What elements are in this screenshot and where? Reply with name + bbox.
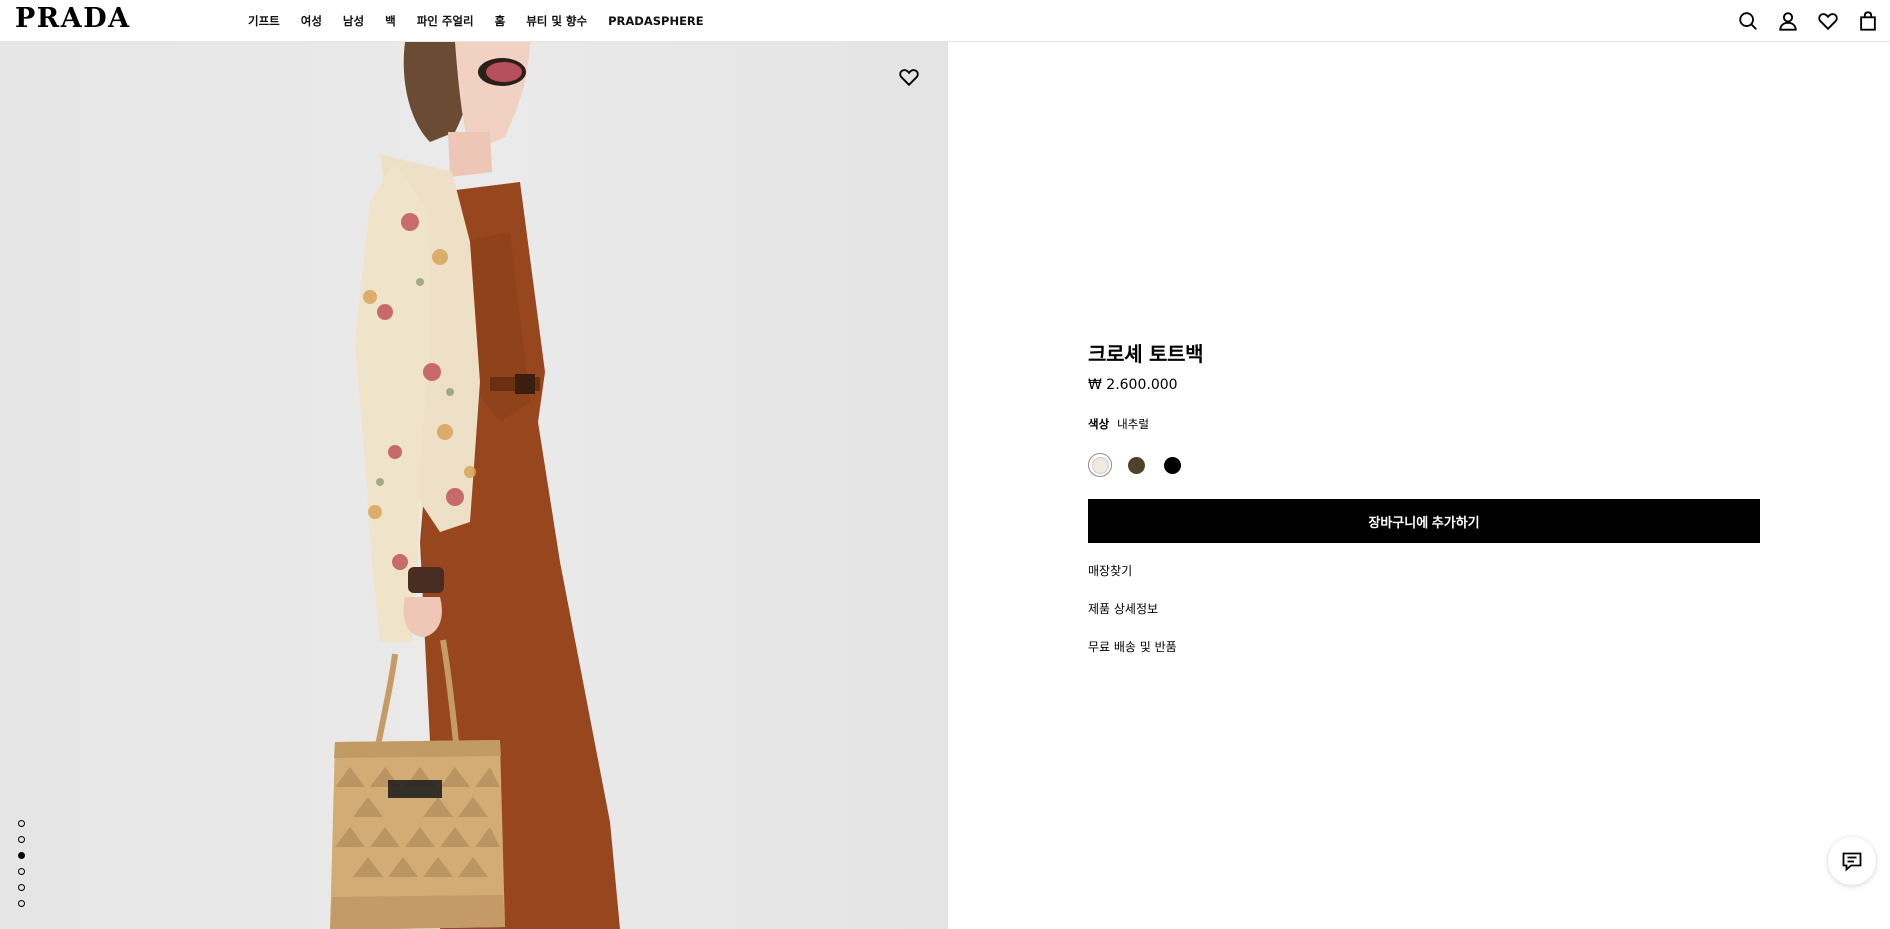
color-swatches (1088, 453, 1760, 477)
color-label: 색상 (1088, 417, 1110, 431)
swatch-natural-color (1091, 456, 1109, 474)
nav-item-women[interactable]: 여성 (301, 13, 322, 29)
search-icon[interactable] (1736, 9, 1760, 33)
gallery-dot-5[interactable] (18, 884, 25, 891)
product-photo (330, 42, 620, 929)
add-to-cart-button[interactable]: 장바구니에 추가하기 (1088, 499, 1760, 543)
swatch-black[interactable] (1160, 453, 1184, 477)
nav-item-bags[interactable]: 백 (385, 13, 396, 29)
wishlist-heart-icon[interactable] (898, 66, 922, 90)
gallery-pagination (18, 820, 25, 916)
color-selection-label: 색상 내추럴 (1088, 416, 1760, 432)
main-nav: 기프트 여성 남성 백 파인 주얼리 홈 뷰티 및 향수 PRADASPHERE (248, 0, 725, 42)
product-info-panel: 크로셰 토트백 ₩ 2.600.000 색상 내추럴 장바구니에 추가하기 매장… (1088, 338, 1760, 657)
product-links: 매장찾기 제품 상세정보 무료 배송 및 반품 (1088, 543, 1760, 657)
header-actions (1720, 0, 1880, 42)
gallery-dot-4[interactable] (18, 868, 25, 875)
nav-item-men[interactable]: 남성 (343, 13, 364, 29)
swatch-black-color (1163, 456, 1181, 474)
find-store-link[interactable]: 매장찾기 (1088, 543, 1760, 581)
product-price: ₩ 2.600.000 (1088, 377, 1178, 393)
shipping-returns-link[interactable]: 무료 배송 및 반품 (1088, 619, 1760, 657)
nav-item-beauty[interactable]: 뷰티 및 향수 (526, 13, 587, 29)
chat-icon (1842, 852, 1862, 872)
brand-logo[interactable]: PRADA (15, 3, 131, 35)
bag-icon[interactable] (1856, 9, 1880, 33)
swatch-natural[interactable] (1088, 453, 1112, 477)
product-image-gallery[interactable] (0, 42, 948, 929)
product-title: 크로셰 토트백 (1088, 342, 1204, 366)
swatch-brown[interactable] (1124, 453, 1148, 477)
account-icon[interactable] (1776, 9, 1800, 33)
color-value: 내추럴 (1117, 417, 1149, 431)
chat-button[interactable] (1828, 837, 1876, 885)
nav-item-pradasphere[interactable]: PRADASPHERE (608, 14, 704, 28)
site-header: PRADA 기프트 여성 남성 백 파인 주얼리 홈 뷰티 및 향수 PRADA… (0, 0, 1890, 42)
gallery-dot-3[interactable] (18, 852, 25, 859)
nav-item-gift[interactable]: 기프트 (248, 13, 280, 29)
nav-item-fine-jewelry[interactable]: 파인 주얼리 (417, 13, 474, 29)
wishlist-icon[interactable] (1816, 9, 1840, 33)
product-details-link[interactable]: 제품 상세정보 (1088, 581, 1760, 619)
nav-item-home[interactable]: 홈 (495, 13, 506, 29)
gallery-dot-1[interactable] (18, 820, 25, 827)
gallery-dot-6[interactable] (18, 900, 25, 907)
swatch-brown-color (1127, 456, 1145, 474)
gallery-dot-2[interactable] (18, 836, 25, 843)
